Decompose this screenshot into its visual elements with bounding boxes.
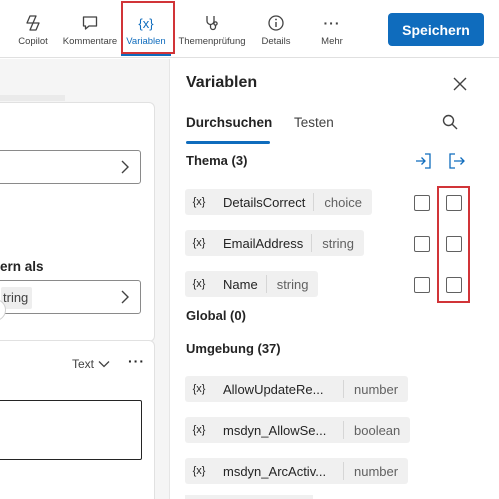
- topic-check-label: Themenprüfung: [178, 36, 246, 47]
- more-label: Mehr: [321, 36, 343, 47]
- details-label: Details: [261, 36, 291, 47]
- variable-name: EmailAddress: [213, 234, 313, 252]
- tab-browse[interactable]: Durchsuchen: [186, 115, 272, 130]
- save-as-label: ern als: [0, 259, 44, 274]
- text-type-dropdown[interactable]: Text: [72, 357, 110, 371]
- variable-icon: {x}: [192, 383, 206, 395]
- variable-name: msdyn_AllowSe...: [213, 421, 344, 439]
- message-node-card[interactable]: Text ···: [0, 340, 155, 499]
- return-to-other-topics-icon: [448, 152, 466, 175]
- question-node-card[interactable]: ern als tring: [0, 102, 155, 342]
- receive-checkbox-detailscorrect[interactable]: [414, 195, 430, 211]
- message-textbox[interactable]: [0, 400, 142, 460]
- variable-name: AllowUpdateRe...: [213, 380, 344, 398]
- variable-row-detailscorrect[interactable]: {x} DetailsCorrect choice: [185, 189, 372, 215]
- stethoscope-icon: [202, 13, 222, 33]
- variable-icon: {x}: [192, 424, 206, 436]
- variable-icon: {x}: [192, 465, 206, 477]
- receive-checkbox-emailaddress[interactable]: [414, 236, 430, 252]
- comment-icon: [80, 13, 100, 33]
- variable-row-name[interactable]: {x} Name string: [185, 271, 319, 297]
- comments-button[interactable]: Kommentare: [60, 0, 120, 56]
- chevron-down-icon: [98, 357, 110, 371]
- section-topic: Thema (3): [186, 153, 248, 168]
- return-checkbox-detailscorrect[interactable]: [446, 195, 462, 211]
- env-variable-row[interactable]: {x} AllowUpdateRe... number: [185, 376, 409, 402]
- chevron-right-icon: [120, 160, 130, 179]
- chevron-right-icon: [120, 290, 130, 309]
- node-field-1[interactable]: [0, 150, 141, 184]
- receive-checkbox-name[interactable]: [414, 277, 430, 293]
- variable-name: msdyn_ArcActiv...: [213, 462, 344, 480]
- return-checkbox-emailaddress[interactable]: [446, 236, 462, 252]
- topic-check-button[interactable]: Themenprüfung: [176, 0, 248, 56]
- top-toolbar: Copilot Kommentare {x} Variablen Themenp…: [0, 0, 499, 58]
- partial-pill: [0, 95, 65, 101]
- variable-icon: {x}: [192, 196, 206, 208]
- variable-field[interactable]: tring: [0, 280, 141, 314]
- variable-icon: {x}: [192, 278, 206, 290]
- receive-from-other-topics-icon: [414, 152, 432, 175]
- more-icon: ···: [323, 15, 341, 31]
- env-variable-row[interactable]: {x} msdyn_ArcActiv... number: [185, 458, 409, 484]
- variable-name: Name: [213, 275, 267, 293]
- variables-panel: Variablen Durchsuchen Testen Thema (3) {…: [171, 59, 499, 499]
- more-button[interactable]: ··· Mehr: [316, 0, 348, 56]
- search-icon[interactable]: [441, 113, 459, 136]
- details-button[interactable]: Details: [258, 0, 294, 56]
- variables-label: Variablen: [126, 36, 166, 47]
- canvas-top-area: [0, 59, 65, 103]
- variable-name: DetailsCorrect: [213, 193, 315, 211]
- variable-row-emailaddress[interactable]: {x} EmailAddress string: [185, 230, 364, 256]
- section-environment: Umgebung (37): [186, 341, 281, 356]
- variable-type: number: [354, 463, 399, 479]
- comments-label: Kommentare: [62, 36, 118, 47]
- section-global: Global (0): [186, 308, 246, 323]
- info-icon: [266, 13, 286, 33]
- env-variable-row[interactable]: {x} msdyn_AllowSe... boolean: [185, 417, 411, 443]
- text-type-label: Text: [72, 357, 95, 371]
- copilot-label: Copilot: [18, 36, 48, 47]
- active-tab-indicator: [186, 141, 270, 144]
- variable-type: number: [354, 381, 399, 397]
- variable-icon: {x}: [138, 15, 154, 31]
- variable-icon: {x}: [192, 237, 206, 249]
- variable-type: choice: [324, 194, 362, 210]
- save-button[interactable]: Speichern: [388, 13, 484, 46]
- return-checkbox-name[interactable]: [446, 277, 462, 293]
- copilot-icon: [23, 13, 43, 33]
- variable-type: string: [276, 276, 309, 292]
- node-more-icon[interactable]: ···: [128, 353, 145, 369]
- topic-canvas: ern als tring Text ···: [0, 59, 170, 499]
- variable-type: boolean: [354, 422, 401, 438]
- copilot-button[interactable]: Copilot: [14, 0, 52, 56]
- variable-type: string: [322, 235, 354, 251]
- tab-test[interactable]: Testen: [294, 115, 334, 130]
- panel-title: Variablen: [186, 74, 258, 91]
- close-icon[interactable]: [451, 75, 469, 93]
- variables-button[interactable]: {x} Variablen: [121, 0, 171, 56]
- variable-type-pill: tring: [1, 287, 33, 309]
- env-variable-row-partial: [185, 495, 313, 499]
